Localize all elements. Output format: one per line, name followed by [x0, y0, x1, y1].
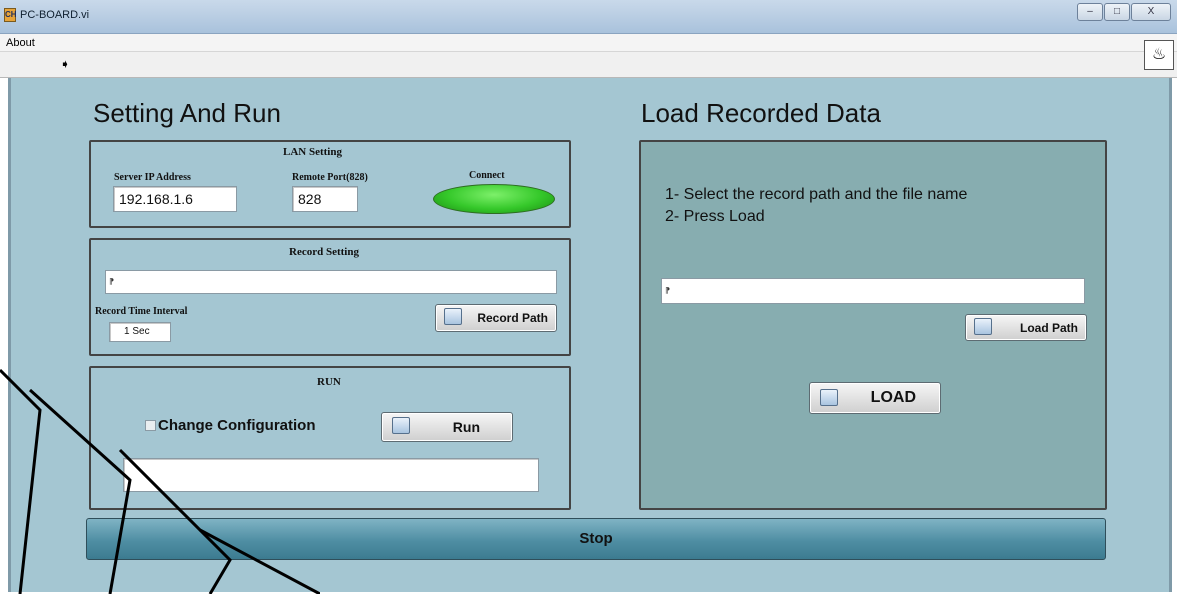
window-title: PC-BOARD.vi — [20, 9, 90, 21]
record-setting-frame: Record Setting ⁋ Record Time Interval 1 … — [89, 238, 571, 356]
lan-setting-label: LAN Setting — [283, 146, 342, 158]
record-path-button-label: Record Path — [477, 311, 548, 325]
load-recorded-data-title: Load Recorded Data — [641, 98, 881, 128]
folder-icon — [974, 318, 992, 335]
folder-icon — [444, 308, 462, 325]
load-path-button[interactable]: Load Path — [965, 314, 1087, 341]
path-icon: ⁋ — [109, 277, 115, 286]
instruction-2: 2- Press Load — [665, 208, 765, 225]
title-bar: CH PC-BOARD.vi – □ X — [0, 0, 1177, 34]
connect-led[interactable] — [433, 184, 555, 214]
close-button[interactable]: X — [1131, 3, 1171, 21]
refresh-icon — [392, 417, 410, 434]
stop-button[interactable]: Stop — [86, 518, 1106, 560]
instruction-1: 1- Select the record path and the file n… — [665, 186, 968, 203]
run-button[interactable]: Run — [381, 412, 513, 442]
record-path-input[interactable]: ⁋ — [105, 270, 557, 294]
load-button-label: LOAD — [870, 389, 916, 406]
change-configuration-checkbox[interactable] — [145, 420, 156, 431]
run-arrow-icon[interactable]: ➧ — [60, 57, 76, 71]
server-ip-label: Server IP Address — [114, 172, 191, 183]
front-panel: Setting And Run LAN Setting Server IP Ad… — [8, 78, 1172, 592]
window-controls: – □ X — [1077, 3, 1171, 21]
record-time-interval-label: Record Time Interval — [95, 306, 188, 317]
app-icon: CH — [4, 8, 17, 22]
load-frame: 1- Select the record path and the file n… — [639, 140, 1107, 510]
folder-icon — [820, 389, 838, 406]
remote-port-label: Remote Port(828) — [292, 172, 368, 183]
record-setting-label: Record Setting — [289, 246, 359, 258]
change-configuration-label: Change Configuration — [158, 417, 316, 434]
run-button-label: Run — [452, 419, 480, 435]
run-frame: RUN Change Configuration Run — [89, 366, 571, 510]
vi-icon: ♨ — [1144, 40, 1174, 70]
load-button[interactable]: LOAD — [809, 382, 941, 414]
minimize-button[interactable]: – — [1077, 3, 1103, 21]
load-path-button-label: Load Path — [1019, 320, 1078, 335]
server-ip-input[interactable]: 192.168.1.6 — [113, 186, 237, 212]
remote-port-input[interactable]: 828 — [292, 186, 358, 212]
record-time-interval-input[interactable]: 1 Sec — [109, 322, 171, 342]
menu-about[interactable]: About — [6, 37, 35, 49]
load-path-input[interactable]: ⁋ — [661, 278, 1085, 304]
connect-label: Connect — [469, 170, 505, 181]
record-path-button[interactable]: Record Path — [435, 304, 557, 332]
path-icon: ⁋ — [665, 286, 671, 295]
run-status-field — [123, 458, 539, 492]
lan-setting-frame: LAN Setting Server IP Address 192.168.1.… — [89, 140, 571, 228]
run-label: RUN — [317, 376, 341, 388]
setting-and-run-title: Setting And Run — [93, 98, 281, 128]
menu-bar: About — [0, 34, 1177, 52]
maximize-button[interactable]: □ — [1104, 3, 1130, 21]
toolbar: ➧ — [0, 52, 1177, 78]
